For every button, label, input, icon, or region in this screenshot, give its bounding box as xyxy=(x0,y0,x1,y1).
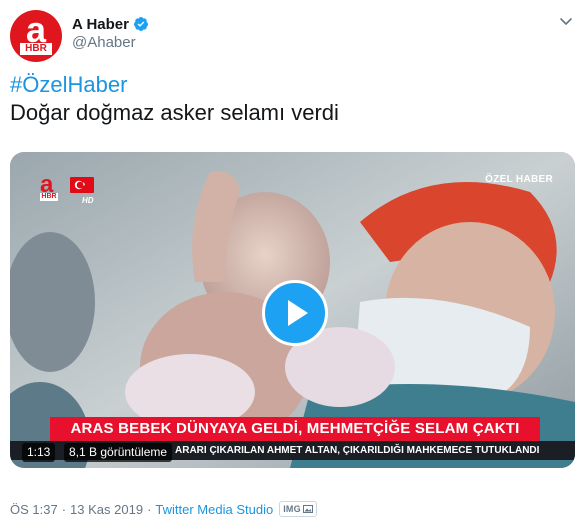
hashtag-link[interactable]: #ÖzelHaber xyxy=(10,72,127,98)
tweet-time[interactable]: ÖS 1:37 xyxy=(10,502,58,517)
meta-separator: · xyxy=(61,501,67,517)
display-name[interactable]: A Haber xyxy=(72,16,129,33)
tweet-date[interactable]: 13 Kas 2019 xyxy=(70,502,143,517)
hd-label: HD xyxy=(82,196,94,205)
image-badge-label: IMG xyxy=(283,504,301,514)
chevron-down-icon[interactable] xyxy=(557,12,575,30)
channel-logo-tag: HBR xyxy=(40,193,58,201)
meta-separator: · xyxy=(147,501,152,517)
handle[interactable]: @Ahaber xyxy=(72,34,136,51)
tweet-meta: ÖS 1:37 · 13 Kas 2019 · Twitter Media St… xyxy=(10,500,317,518)
tweet-text: Doğar doğmaz asker selamı verdi xyxy=(10,100,339,125)
source-link[interactable]: Twitter Media Studio xyxy=(155,502,273,517)
name-row: A Haber xyxy=(72,14,149,34)
avatar-tag: HBR xyxy=(20,43,52,55)
avatar[interactable]: a HBR xyxy=(10,10,62,62)
turkish-flag-icon xyxy=(70,177,94,193)
verified-badge-icon xyxy=(133,17,148,31)
corner-label: ÖZEL HABER xyxy=(485,174,553,185)
ticker-text: ARARI ÇIKARILAN AHMET ALTAN, ÇIKARILDIĞI… xyxy=(175,445,540,456)
play-button[interactable] xyxy=(262,280,328,346)
image-badge-icon: IMG xyxy=(279,501,317,517)
play-icon xyxy=(288,300,308,326)
views-badge: 8,1 B görüntüleme xyxy=(64,443,173,462)
headline-banner: ARAS BEBEK DÜNYAYA GELDİ, MEHMETÇİĞE SEL… xyxy=(50,417,540,441)
tweet-header: a HBR A Haber @Ahaber xyxy=(10,10,575,62)
video-player[interactable]: a HBR HD ÖZEL HABER ARAS BEBEK DÜNYAYA G… xyxy=(10,152,575,468)
image-glyph-icon xyxy=(302,505,313,513)
duration-badge: 1:13 xyxy=(22,443,56,462)
